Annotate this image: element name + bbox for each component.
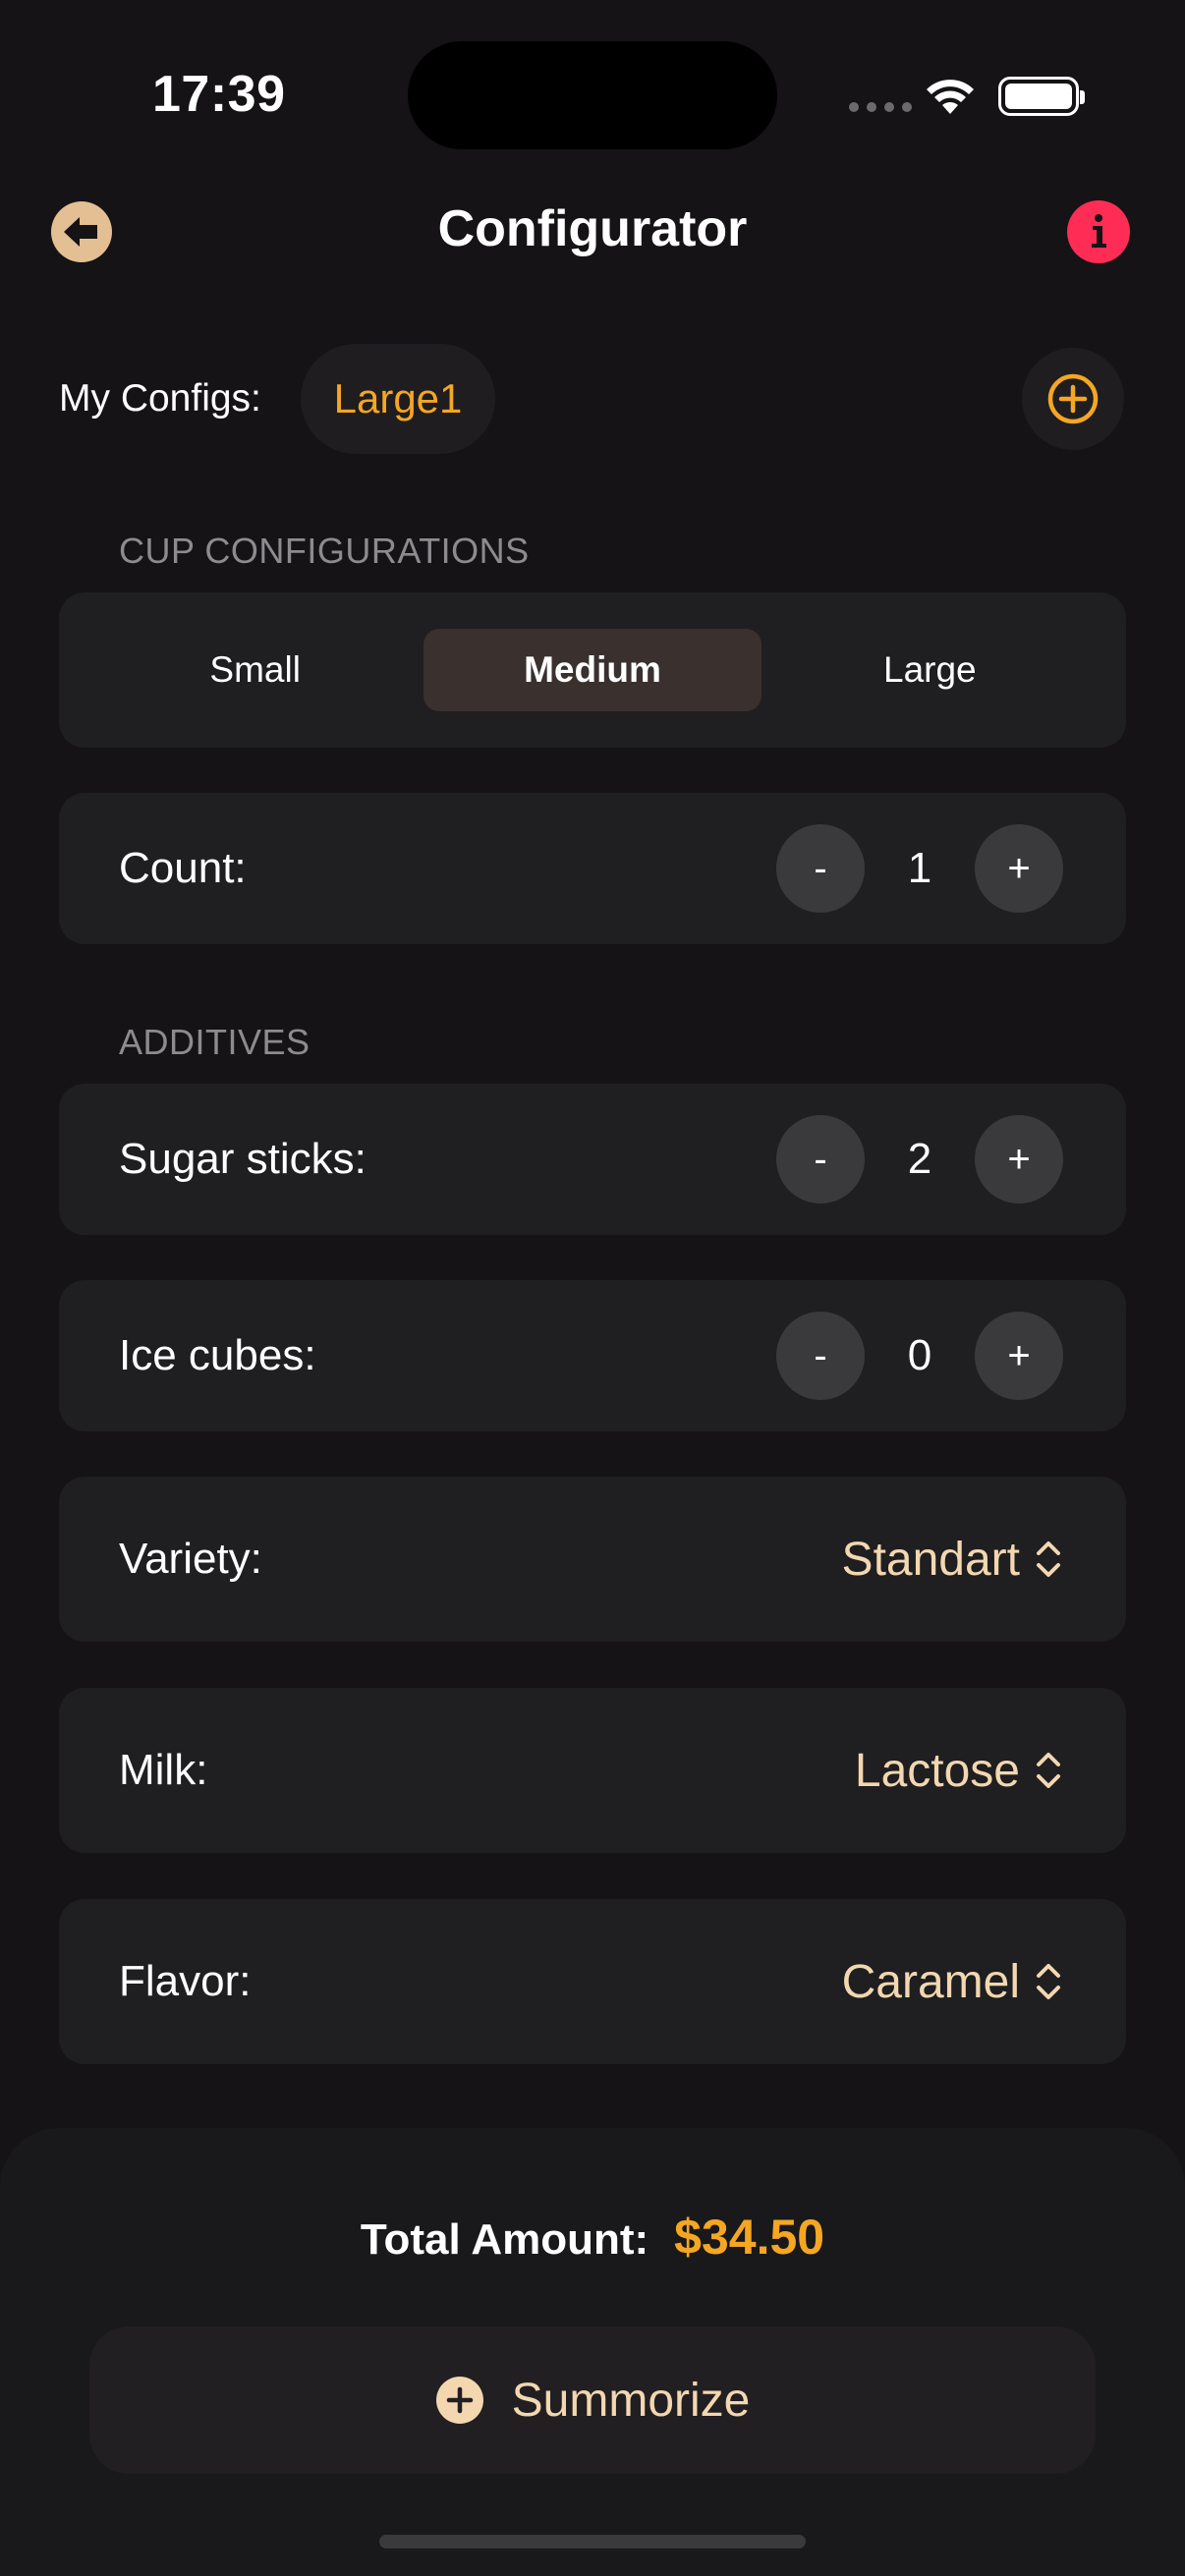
sugar-sticks-row: Sugar sticks: - 2 +	[59, 1084, 1126, 1235]
sugar-decrement-button[interactable]: -	[776, 1115, 865, 1204]
cup-configurations-header: CUP CONFIGURATIONS	[119, 531, 530, 571]
segment-small[interactable]: Small	[86, 629, 423, 711]
summorize-label: Summorize	[511, 2374, 751, 2427]
sugar-sticks-label: Sugar sticks:	[119, 1135, 367, 1183]
summorize-button[interactable]: Summorize	[89, 2326, 1096, 2474]
variety-value: Standart	[841, 1533, 1020, 1586]
wifi-icon	[924, 75, 977, 121]
milk-picker[interactable]: Lactose	[855, 1744, 1063, 1798]
info-button[interactable]	[1067, 200, 1130, 263]
ice-cubes-label: Ice cubes:	[119, 1331, 316, 1379]
chevron-up-down-icon	[1037, 1541, 1060, 1577]
plus-circle-fill-icon	[435, 2377, 483, 2424]
dynamic-island	[408, 41, 777, 149]
ice-cubes-stepper: - 0 +	[776, 1312, 1063, 1400]
status-time: 17:39	[152, 66, 286, 123]
info-icon	[1092, 214, 1106, 248]
cup-size-segmented-control: Small Medium Large	[59, 592, 1126, 748]
count-decrement-button[interactable]: -	[776, 824, 865, 913]
milk-label: Milk:	[119, 1746, 208, 1794]
count-stepper: - 1 +	[776, 824, 1063, 913]
count-label: Count:	[119, 844, 247, 892]
page-title: Configurator	[437, 200, 748, 257]
flavor-row: Flavor: Caramel	[59, 1899, 1126, 2064]
total-amount: Total Amount: $34.50	[0, 2209, 1185, 2266]
segment-large[interactable]: Large	[762, 629, 1099, 711]
additives-header: ADDITIVES	[119, 1022, 310, 1062]
total-amount-value: $34.50	[674, 2210, 825, 2265]
chevron-up-down-icon	[1037, 1753, 1060, 1788]
add-config-button[interactable]	[1022, 348, 1124, 450]
ice-cubes-row: Ice cubes: - 0 +	[59, 1280, 1126, 1431]
segment-medium[interactable]: Medium	[423, 629, 762, 711]
count-row: Count: - 1 +	[59, 793, 1126, 944]
chevron-up-down-icon	[1037, 1964, 1060, 1999]
sugar-sticks-stepper: - 2 +	[776, 1115, 1063, 1204]
config-chip-large1[interactable]: Large1	[301, 344, 495, 454]
ice-increment-button[interactable]: +	[975, 1312, 1063, 1400]
home-indicator[interactable]	[379, 2535, 806, 2548]
count-value: 1	[907, 844, 932, 892]
variety-label: Variety:	[119, 1535, 262, 1583]
milk-value: Lactose	[854, 1744, 1020, 1797]
variety-picker[interactable]: Standart	[842, 1533, 1063, 1587]
flavor-label: Flavor:	[119, 1957, 252, 2005]
plus-circle-icon	[1047, 373, 1099, 424]
ice-cubes-value: 0	[907, 1331, 932, 1379]
total-amount-label: Total Amount:	[360, 2215, 649, 2264]
flavor-picker[interactable]: Caramel	[842, 1955, 1063, 2009]
my-configs-label: My Configs:	[59, 377, 261, 420]
milk-row: Milk: Lactose	[59, 1688, 1126, 1853]
flavor-value: Caramel	[841, 1955, 1020, 2008]
sugar-sticks-value: 2	[907, 1135, 932, 1183]
sugar-increment-button[interactable]: +	[975, 1115, 1063, 1204]
ice-decrement-button[interactable]: -	[776, 1312, 865, 1400]
count-increment-button[interactable]: +	[975, 824, 1063, 913]
battery-icon	[998, 77, 1085, 116]
variety-row: Variety: Standart	[59, 1477, 1126, 1642]
cellular-signal-icon	[849, 102, 912, 112]
